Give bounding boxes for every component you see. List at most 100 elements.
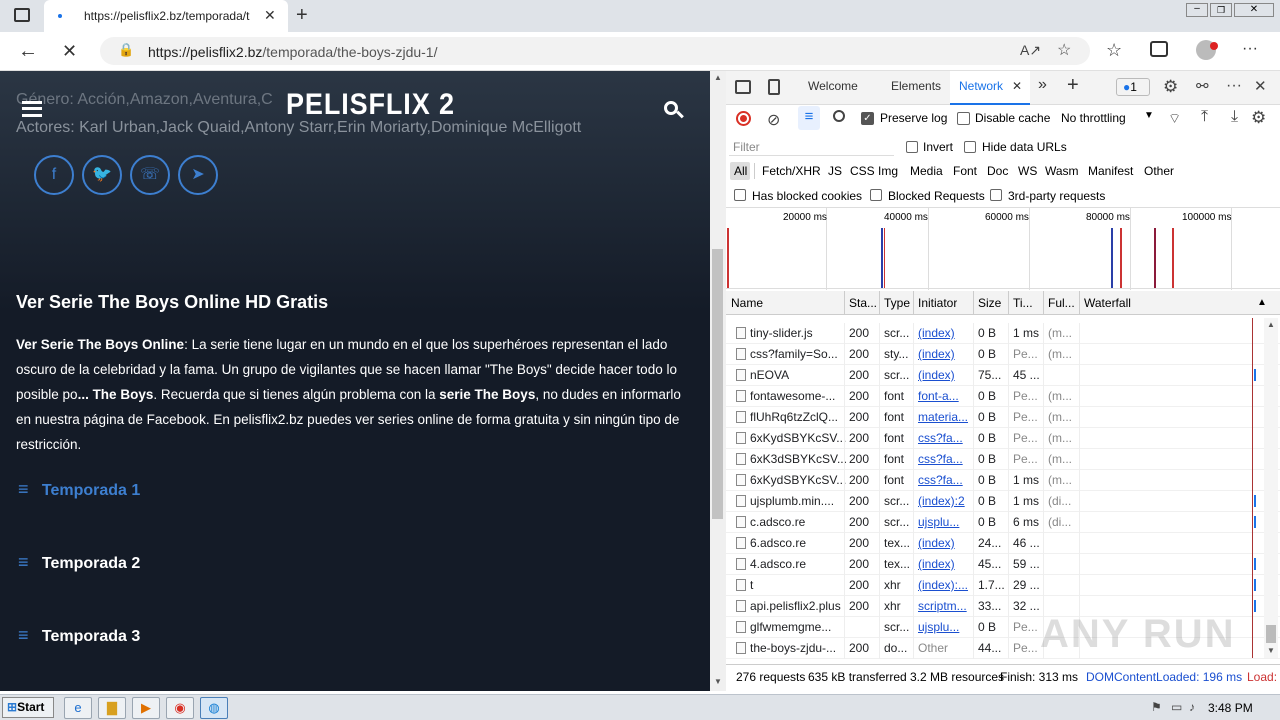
filter-icon[interactable]: ≡: [798, 106, 820, 130]
whatsapp-share-icon[interactable]: ☏: [130, 155, 170, 195]
season-2-item[interactable]: ≡ Temporada 2: [18, 552, 140, 573]
table-row[interactable]: c.adsco.re 200 scr... ujsplu... 0 B6 ms (di..…: [726, 512, 1280, 533]
restore-icon[interactable]: ❐: [1210, 3, 1232, 17]
devtools-menu-icon[interactable]: ···: [1226, 77, 1242, 95]
start-button[interactable]: ⊞Start: [2, 697, 54, 718]
settings-more-icon[interactable]: ···: [1242, 40, 1258, 58]
type-filter-manifest[interactable]: Manifest: [1088, 164, 1133, 178]
address-bar[interactable]: 🔒 https://pelisflix2.bz/temporada/the-bo…: [100, 37, 1090, 65]
cell-initiator[interactable]: (index): [918, 368, 973, 382]
table-row[interactable]: 6xKydSBYKcSV... 200 font css?fa... 0 B1 ms (m…: [726, 470, 1280, 491]
type-filter-css[interactable]: CSS: [850, 164, 875, 178]
tab-elements[interactable]: Elements: [891, 79, 941, 93]
site-logo[interactable]: PELISFLIX 2: [286, 88, 455, 122]
export-har-icon[interactable]: ⤓: [1231, 108, 1238, 126]
blocked-requests-checkbox[interactable]: [870, 189, 882, 201]
type-filter-media[interactable]: Media: [910, 164, 943, 178]
table-row[interactable]: flUhRq6tzZclQ... 200 font materia... 0 B Pe..…: [726, 407, 1280, 428]
cell-initiator[interactable]: (index):...: [918, 578, 973, 592]
hide-data-urls-checkbox[interactable]: [964, 141, 976, 153]
tray-flag-icon[interactable]: ⚑: [1151, 700, 1162, 714]
facebook-share-icon[interactable]: f: [34, 155, 74, 195]
type-filter-wasm[interactable]: Wasm: [1045, 164, 1079, 178]
season-2-label[interactable]: Temporada 2: [42, 555, 140, 572]
scroll-up-icon[interactable]: ▲: [714, 73, 722, 82]
third-party-checkbox[interactable]: [990, 189, 1002, 201]
table-scroll-down-icon[interactable]: ▼: [1267, 646, 1275, 655]
import-har-icon[interactable]: ⤒: [1201, 108, 1208, 126]
table-scroll-thumb[interactable]: [1266, 625, 1276, 643]
cell-initiator[interactable]: (index): [918, 557, 973, 571]
disable-cache-checkbox[interactable]: [957, 112, 970, 125]
season-1-item[interactable]: ≡ Temporada 1: [18, 479, 140, 500]
browser-tab[interactable]: https://pelisflix2.bz/temporada/t ✕: [44, 0, 288, 32]
table-scrollbar[interactable]: ▲ ▼: [1264, 318, 1278, 658]
table-row[interactable]: 6xKydSBYKcSV... 200 font css?fa... 0 B Pe...(…: [726, 428, 1280, 449]
page-scrollbar[interactable]: ▲ ▼: [710, 71, 726, 691]
ie-icon[interactable]: e: [64, 697, 92, 719]
type-filter-font[interactable]: Font: [953, 164, 977, 178]
cell-initiator[interactable]: font-a...: [918, 389, 973, 403]
col-status[interactable]: Sta...: [849, 296, 877, 310]
table-row[interactable]: css?family=So... 200 sty... (index) 0 B Pe...…: [726, 344, 1280, 365]
close-devtools-icon[interactable]: ✕: [1254, 77, 1267, 95]
explorer-icon[interactable]: ▇: [98, 697, 126, 719]
url-text[interactable]: https://pelisflix2.bz/temporada/the-boys…: [148, 44, 437, 60]
cell-initiator[interactable]: css?fa...: [918, 452, 973, 466]
table-row[interactable]: 6.adsco.re 200 tex... (index) 24... 46 ...: [726, 533, 1280, 554]
tray-volume-icon[interactable]: ♪: [1189, 700, 1195, 714]
add-favorite-icon[interactable]: ☆: [1057, 40, 1071, 60]
edge-icon[interactable]: ◍: [200, 697, 228, 719]
type-filter-doc[interactable]: Doc: [987, 164, 1008, 178]
search-network-icon[interactable]: [833, 110, 845, 122]
new-tab-icon[interactable]: +: [296, 4, 308, 27]
stop-icon[interactable]: ✕: [62, 41, 77, 62]
twitter-share-icon[interactable]: 🐦: [82, 155, 122, 195]
table-row[interactable]: t 200 xhr (index):... 1.7... 29 ...: [726, 575, 1280, 596]
tab-actions-icon[interactable]: [14, 8, 30, 22]
table-row[interactable]: 6xK3dSBYKcSV... 200 font css?fa... 0 B Pe...(…: [726, 449, 1280, 470]
cell-initiator[interactable]: (index):2: [918, 494, 973, 508]
cell-initiator[interactable]: ujsplu...: [918, 515, 973, 529]
customize-icon[interactable]: ⚯: [1196, 77, 1209, 95]
devtools-settings-icon[interactable]: ⚙: [1163, 77, 1178, 97]
table-scroll-up-icon[interactable]: ▲: [1267, 320, 1275, 329]
timeline-overview[interactable]: 20000 ms 40000 ms 60000 ms 80000 ms 1000…: [726, 207, 1280, 290]
filter-input[interactable]: Filter: [729, 138, 894, 156]
read-aloud-icon[interactable]: A↗: [1020, 42, 1041, 59]
media-player-icon[interactable]: ▶: [132, 697, 160, 719]
tab-welcome[interactable]: Welcome: [808, 79, 858, 93]
favorites-icon[interactable]: ☆: [1106, 40, 1122, 61]
device-icon[interactable]: [768, 79, 780, 95]
col-full[interactable]: Ful...: [1048, 296, 1075, 310]
cell-initiator[interactable]: materia...: [918, 410, 973, 424]
type-filter-all-label[interactable]: All: [734, 164, 747, 178]
minimize-icon[interactable]: –: [1186, 3, 1208, 17]
col-name[interactable]: Name: [731, 296, 763, 310]
cell-initiator[interactable]: scriptm...: [918, 599, 973, 613]
invert-checkbox[interactable]: [906, 141, 918, 153]
collections-icon[interactable]: [1150, 41, 1168, 57]
season-1-label[interactable]: Temporada 1: [42, 482, 140, 499]
cell-initiator[interactable]: ujsplu...: [918, 620, 973, 634]
type-filter-other[interactable]: Other: [1144, 164, 1174, 178]
col-time[interactable]: Ti...: [1013, 296, 1033, 310]
cell-initiator[interactable]: (index): [918, 326, 973, 340]
scroll-thumb[interactable]: [712, 249, 723, 519]
inspect-icon[interactable]: [735, 80, 751, 94]
cell-initiator[interactable]: (index): [918, 347, 973, 361]
blocked-cookies-checkbox[interactable]: [734, 189, 746, 201]
menu-icon[interactable]: [22, 101, 42, 117]
more-tabs-icon[interactable]: »: [1038, 76, 1047, 94]
scroll-down-icon[interactable]: ▼: [714, 677, 722, 686]
clear-icon[interactable]: ⊘: [767, 110, 780, 130]
table-row[interactable]: 4.adsco.re 200 tex... (index) 45... 59 ...: [726, 554, 1280, 575]
back-icon[interactable]: ←: [18, 40, 38, 63]
cell-initiator[interactable]: (index): [918, 536, 973, 550]
issues-badge[interactable]: ●1: [1116, 78, 1150, 96]
col-waterfall[interactable]: Waterfall: [1084, 296, 1131, 310]
season-3-label[interactable]: Temporada 3: [42, 628, 140, 645]
cell-initiator[interactable]: Other: [918, 641, 973, 655]
tab-network[interactable]: Network: [959, 79, 1003, 93]
clock[interactable]: 3:48 PM: [1208, 701, 1253, 715]
